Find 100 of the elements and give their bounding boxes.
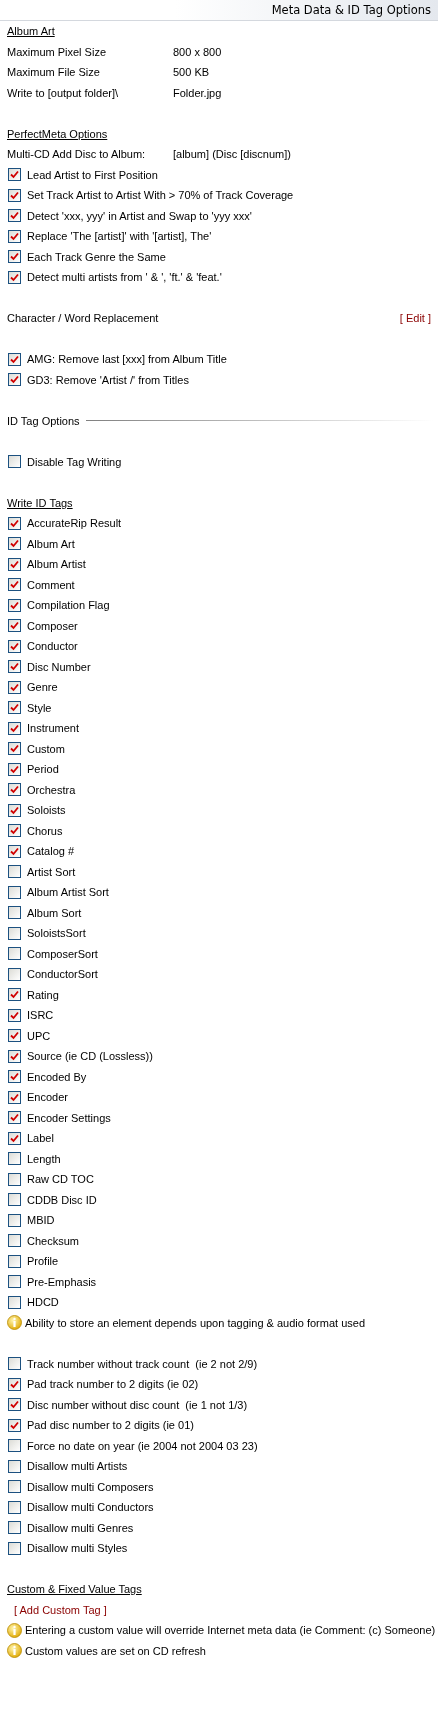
checkbox[interactable] bbox=[8, 598, 21, 612]
checkbox[interactable] bbox=[8, 1439, 21, 1453]
checkbox-label[interactable]: AccurateRip Result bbox=[27, 517, 122, 530]
checkbox[interactable] bbox=[8, 373, 21, 387]
checkbox[interactable] bbox=[8, 1480, 21, 1494]
checkbox-label[interactable]: Chorus bbox=[27, 824, 63, 837]
checkbox[interactable] bbox=[8, 824, 21, 838]
checkbox-label[interactable]: HDCD bbox=[27, 1296, 59, 1309]
checkbox[interactable] bbox=[8, 1521, 21, 1535]
checkbox-label[interactable]: Encoder Settings bbox=[27, 1111, 111, 1124]
checkbox[interactable] bbox=[8, 721, 21, 735]
checkbox-label[interactable]: Length bbox=[27, 1152, 61, 1165]
checkbox-label[interactable]: Genre bbox=[27, 681, 58, 694]
checkbox[interactable] bbox=[8, 926, 21, 940]
checkbox[interactable] bbox=[8, 1357, 21, 1371]
checkbox-label[interactable]: Raw CD TOC bbox=[27, 1173, 94, 1186]
checkbox-label[interactable]: Album Artist Sort bbox=[27, 886, 109, 899]
checkbox[interactable] bbox=[8, 1111, 21, 1125]
checkbox-label[interactable]: ConductorSort bbox=[27, 968, 98, 981]
checkbox[interactable] bbox=[8, 1049, 21, 1063]
checkbox[interactable] bbox=[8, 701, 21, 715]
checkbox[interactable] bbox=[8, 844, 21, 858]
checkbox[interactable] bbox=[8, 537, 21, 551]
checkbox[interactable] bbox=[8, 680, 21, 694]
checkbox-label[interactable]: Set Track Artist to Artist With > 70% of Track Coverage bbox=[27, 189, 294, 202]
checkbox-label[interactable]: Disallow multi Artists bbox=[27, 1460, 128, 1473]
checkbox-label[interactable]: Orchestra bbox=[27, 783, 76, 796]
checkbox-label[interactable]: AMG: Remove last [xxx] from Album Title bbox=[27, 353, 227, 366]
checkbox[interactable] bbox=[8, 1193, 21, 1207]
checkbox-label[interactable]: Period bbox=[27, 763, 59, 776]
checkbox[interactable] bbox=[8, 1377, 21, 1391]
checkbox-label[interactable]: Encoded By bbox=[27, 1070, 87, 1083]
checkbox[interactable] bbox=[8, 885, 21, 899]
checkbox-label[interactable]: Pad disc number to 2 digits (ie 01) bbox=[27, 1419, 194, 1432]
checkbox-label[interactable]: Custom bbox=[27, 742, 65, 755]
checkbox-label[interactable]: Disallow multi Composers bbox=[27, 1480, 154, 1493]
checkbox-label[interactable]: Profile bbox=[27, 1255, 59, 1268]
checkbox-label[interactable]: ISRC bbox=[27, 1009, 54, 1022]
checkbox[interactable] bbox=[8, 1090, 21, 1104]
checkbox-label[interactable]: Album Art bbox=[27, 537, 75, 550]
checkbox[interactable] bbox=[8, 803, 21, 817]
checkbox-label[interactable]: Style bbox=[27, 701, 52, 714]
checkbox-label[interactable]: Album Artist bbox=[27, 558, 86, 571]
edit-link[interactable]: [ Edit ] bbox=[399, 312, 433, 325]
checkbox-label[interactable]: Disallow multi Styles bbox=[27, 1542, 128, 1555]
checkbox[interactable] bbox=[8, 352, 21, 366]
checkbox[interactable] bbox=[8, 1131, 21, 1145]
checkbox-label[interactable]: CDDB Disc ID bbox=[27, 1193, 97, 1206]
checkbox[interactable] bbox=[8, 1008, 21, 1022]
checkbox[interactable] bbox=[8, 1029, 21, 1043]
checkbox[interactable] bbox=[8, 455, 21, 469]
checkbox-label[interactable]: Conductor bbox=[27, 640, 78, 653]
checkbox-label[interactable]: Instrument bbox=[27, 722, 79, 735]
checkbox-label[interactable]: Track number without track count (ie 2 not 2/9) bbox=[27, 1357, 258, 1370]
checkbox[interactable] bbox=[8, 1234, 21, 1248]
checkbox-label[interactable]: Album Sort bbox=[27, 906, 82, 919]
checkbox[interactable] bbox=[8, 865, 21, 879]
checkbox[interactable] bbox=[8, 660, 21, 674]
checkbox[interactable] bbox=[8, 1500, 21, 1514]
checkbox[interactable] bbox=[8, 639, 21, 653]
checkbox-label[interactable]: Label bbox=[27, 1132, 54, 1145]
checkbox[interactable] bbox=[8, 168, 21, 182]
checkbox[interactable] bbox=[8, 783, 21, 797]
checkbox-label[interactable]: Pre-Emphasis bbox=[27, 1275, 97, 1288]
checkbox[interactable] bbox=[8, 1541, 21, 1555]
checkbox[interactable] bbox=[8, 742, 21, 756]
checkbox-label[interactable]: Disable Tag Writing bbox=[27, 455, 122, 468]
checkbox-label[interactable]: Force no date on year (ie 2004 not 2004 03 23) bbox=[27, 1439, 258, 1452]
checkbox-label[interactable]: Rating bbox=[27, 988, 59, 1001]
checkbox-label[interactable]: SoloistsSort bbox=[27, 927, 86, 940]
checkbox-label[interactable]: MBID bbox=[27, 1214, 55, 1227]
checkbox-label[interactable]: Encoder bbox=[27, 1091, 68, 1104]
add-custom-tag-link[interactable]: [ Add Custom Tag ] bbox=[14, 1603, 107, 1616]
checkbox[interactable] bbox=[8, 967, 21, 981]
checkbox[interactable] bbox=[8, 947, 21, 961]
checkbox-label[interactable]: Each Track Genre the Same bbox=[27, 250, 166, 263]
checkbox[interactable] bbox=[8, 906, 21, 920]
checkbox-label[interactable]: Soloists bbox=[27, 804, 66, 817]
checkbox[interactable] bbox=[8, 250, 21, 264]
checkbox[interactable] bbox=[8, 516, 21, 530]
checkbox-label[interactable]: Lead Artist to First Position bbox=[27, 168, 158, 181]
checkbox[interactable] bbox=[8, 1254, 21, 1268]
checkbox[interactable] bbox=[8, 209, 21, 223]
checkbox[interactable] bbox=[8, 1213, 21, 1227]
checkbox-label[interactable]: Comment bbox=[27, 578, 75, 591]
checkbox-label[interactable]: Catalog # bbox=[27, 845, 75, 858]
checkbox-label[interactable]: Compilation Flag bbox=[27, 599, 110, 612]
checkbox[interactable] bbox=[8, 270, 21, 284]
checkbox[interactable] bbox=[8, 229, 21, 243]
checkbox-label[interactable]: Composer bbox=[27, 619, 78, 632]
checkbox-label[interactable]: Disc Number bbox=[27, 660, 91, 673]
checkbox[interactable] bbox=[8, 1295, 21, 1309]
checkbox[interactable] bbox=[8, 188, 21, 202]
checkbox-label[interactable]: Replace 'The [artist]' with '[artist], The' bbox=[27, 230, 212, 243]
checkbox[interactable] bbox=[8, 578, 21, 592]
checkbox[interactable] bbox=[8, 1418, 21, 1432]
checkbox[interactable] bbox=[8, 1070, 21, 1084]
checkbox-label[interactable]: Disc number without disc count (ie 1 not 1/3) bbox=[27, 1398, 248, 1411]
checkbox-label[interactable]: GD3: Remove 'Artist /' from Titles bbox=[27, 373, 189, 386]
checkbox[interactable] bbox=[8, 619, 21, 633]
